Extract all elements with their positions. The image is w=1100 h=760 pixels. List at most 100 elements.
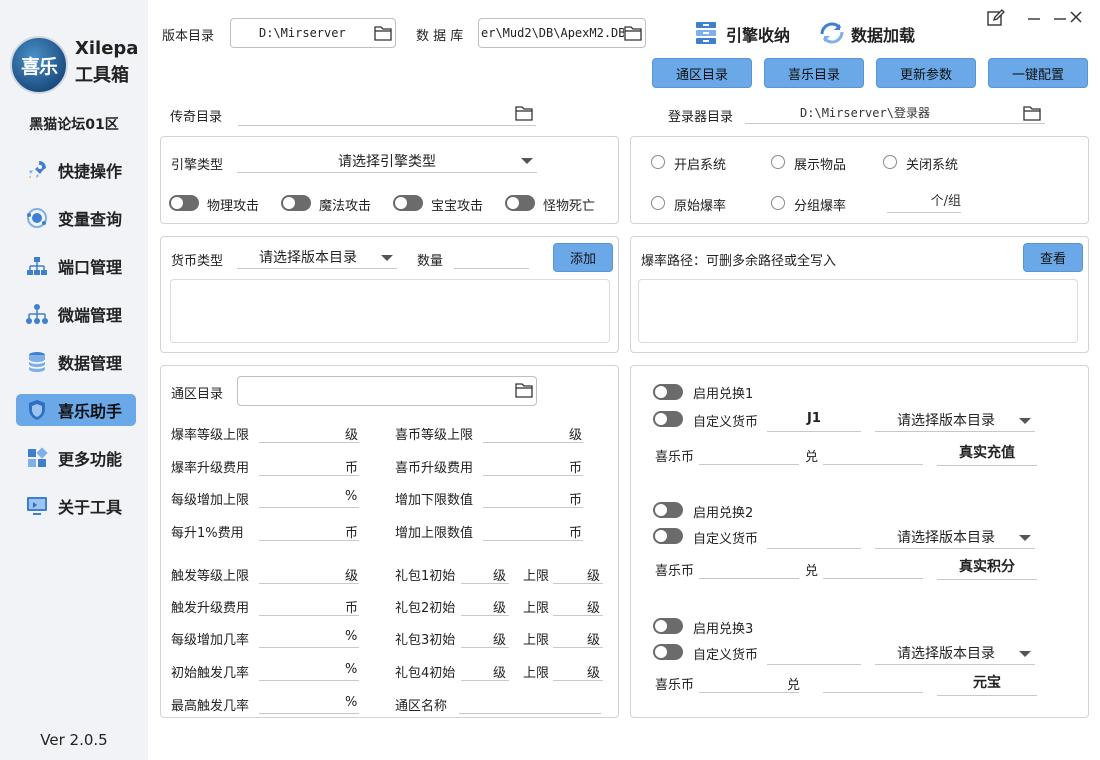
max-trigger-chance-input[interactable] xyxy=(259,692,359,714)
toggle-label: 自定义货币 xyxy=(693,415,759,430)
custom-currency-2-input[interactable] xyxy=(767,525,861,549)
view-button[interactable]: 查看 xyxy=(1023,243,1083,272)
exchange-3-rate-input[interactable] xyxy=(823,671,923,693)
initial-trigger-chance-input[interactable] xyxy=(259,659,359,681)
trigger-upgrade-cost-input[interactable] xyxy=(259,594,359,616)
update-params-button[interactable]: 更新参数 xyxy=(876,58,976,88)
field-label: 礼包3初始 xyxy=(395,633,456,648)
data-load-button[interactable]: 数据加载 xyxy=(851,22,915,46)
exchange-3-select[interactable]: 请选择版本目录 xyxy=(875,641,1035,665)
engine-type-select[interactable]: 请选择引擎类型 xyxy=(237,149,537,173)
drop-path-panel: 爆率路径：可删多余路径或全写入 查看 xyxy=(630,236,1089,353)
field-label: 触发升级费用 xyxy=(171,601,250,616)
original-drop-rate-radio[interactable] xyxy=(651,196,665,210)
xibi-level-limit-input[interactable] xyxy=(483,421,583,443)
coin-label: 喜乐币 xyxy=(655,450,695,465)
physical-attack-toggle[interactable] xyxy=(169,195,199,211)
data-load-icon[interactable] xyxy=(818,20,846,46)
increase-upper-value-input[interactable] xyxy=(483,519,583,541)
hierarchy-icon xyxy=(24,301,50,327)
engine-storage-button[interactable]: 引擎收纳 xyxy=(726,22,790,46)
close-icon[interactable] xyxy=(1066,8,1086,28)
exchange-1-select[interactable]: 请选择版本目录 xyxy=(875,408,1035,432)
group-count-input[interactable]: 个/组 xyxy=(887,191,961,213)
edit-icon[interactable] xyxy=(986,8,1008,28)
exchange-2-coin-input[interactable] xyxy=(699,557,799,579)
custom-currency-1-input[interactable]: J1 xyxy=(767,408,861,432)
custom-currency-2-toggle[interactable] xyxy=(653,528,683,544)
exchange-3-result[interactable]: 元宝 xyxy=(937,672,1037,696)
group-drop-rate-radio[interactable] xyxy=(771,196,785,210)
exchange-2-rate-input[interactable] xyxy=(823,557,923,579)
currency-list-area[interactable] xyxy=(170,279,610,343)
exchange-2-select[interactable]: 请选择版本目录 xyxy=(875,525,1035,549)
nav-item-data-management[interactable]: 数据管理 xyxy=(16,346,136,378)
drop-upgrade-cost-input[interactable] xyxy=(259,454,359,476)
nav-item-label: 关于工具 xyxy=(58,498,123,517)
folder-icon[interactable] xyxy=(1023,105,1043,121)
custom-currency-1-toggle[interactable] xyxy=(653,411,683,427)
per-percent-cost-input[interactable] xyxy=(259,519,359,541)
launcher-dir-input[interactable]: D:\Mirserver\登录器 xyxy=(745,102,1045,124)
nav-item-micro-client[interactable]: 微端管理 xyxy=(16,298,136,330)
radio-label: 展示物品 xyxy=(794,158,847,173)
increase-lower-value-input[interactable] xyxy=(483,486,583,508)
atom-icon xyxy=(24,205,50,231)
close-system-radio[interactable] xyxy=(883,155,897,169)
radio-label: 分组爆率 xyxy=(794,199,847,214)
version-dir-input[interactable]: D:\Mirserver xyxy=(230,18,396,48)
magic-attack-toggle[interactable] xyxy=(281,195,311,211)
engine-storage-icon[interactable] xyxy=(694,20,720,46)
minimize-icon[interactable] xyxy=(1024,8,1044,28)
exchange-1-coin-input[interactable] xyxy=(699,443,799,465)
nav-item-more-features[interactable]: 更多功能 xyxy=(16,442,136,474)
drop-path-area[interactable] xyxy=(638,279,1078,343)
custom-currency-3-toggle[interactable] xyxy=(653,644,683,660)
enable-exchange-2-toggle[interactable] xyxy=(653,502,683,518)
monster-death-toggle[interactable] xyxy=(505,195,535,211)
toggle-label: 启用兑换2 xyxy=(693,506,754,521)
folder-icon[interactable] xyxy=(515,382,535,398)
nav-item-xile-assistant[interactable]: 喜乐助手 xyxy=(16,394,136,426)
nav-item-quick-actions[interactable]: 快捷操作 xyxy=(16,154,136,186)
drop-level-limit-input[interactable] xyxy=(259,421,359,443)
zone-dir-button[interactable]: 通区目录 xyxy=(652,58,752,88)
add-button[interactable]: 添加 xyxy=(553,243,613,272)
pet-attack-toggle[interactable] xyxy=(393,195,423,211)
nav-item-port-management[interactable]: 端口管理 xyxy=(16,250,136,282)
engine-panel: 引擎类型 请选择引擎类型 物理攻击 魔法攻击 宝宝攻击 怪物死亡 xyxy=(160,136,619,224)
per-level-chance-input[interactable] xyxy=(259,626,359,648)
xile-dir-button[interactable]: 喜乐目录 xyxy=(764,58,864,88)
custom-currency-3-input[interactable] xyxy=(767,641,861,665)
open-system-radio[interactable] xyxy=(651,155,665,169)
exchange-1-result[interactable]: 真实充值 xyxy=(937,442,1037,466)
one-click-config-button[interactable]: 一键配置 xyxy=(988,58,1088,88)
nav-item-about-tool[interactable]: 关于工具 xyxy=(16,490,136,522)
chevron-down-icon xyxy=(1019,535,1031,541)
enable-exchange-3-toggle[interactable] xyxy=(653,618,683,634)
quantity-input[interactable] xyxy=(454,247,529,269)
zone-name-input[interactable] xyxy=(459,692,601,714)
unit-label: 币 xyxy=(569,461,583,476)
db-input[interactable]: er\Mud2\DB\ApexM2.DB xyxy=(478,18,646,48)
show-items-radio[interactable] xyxy=(771,155,785,169)
unit-label: 级 xyxy=(345,428,359,443)
exchange-3-coin-input[interactable] xyxy=(699,671,799,693)
folder-icon[interactable] xyxy=(624,25,644,41)
per-level-increase-input[interactable] xyxy=(259,486,359,508)
xibi-upgrade-cost-input[interactable] xyxy=(483,454,583,476)
exchange-2-result[interactable]: 真实积分 xyxy=(937,556,1037,580)
zone-settings-panel: 通区目录 爆率等级上限 级 爆率升级费用 币 每级增加上限 % 每升1%费用 币… xyxy=(160,365,619,718)
unit-label: % xyxy=(345,695,358,710)
zone-dir-input[interactable] xyxy=(237,376,537,406)
folder-icon[interactable] xyxy=(374,25,394,41)
folder-icon[interactable] xyxy=(515,105,535,121)
trigger-level-limit-input[interactable] xyxy=(259,562,359,584)
field-label: 上限 xyxy=(523,569,550,584)
legend-dir-label: 传奇目录 xyxy=(170,110,223,125)
enable-exchange-1-toggle[interactable] xyxy=(653,384,683,400)
exchange-1-rate-input[interactable] xyxy=(823,443,923,465)
nav-item-variable-query[interactable]: 变量查询 xyxy=(16,202,136,234)
currency-type-select[interactable]: 请选择版本目录 xyxy=(237,245,397,269)
legend-dir-input[interactable] xyxy=(238,104,536,126)
